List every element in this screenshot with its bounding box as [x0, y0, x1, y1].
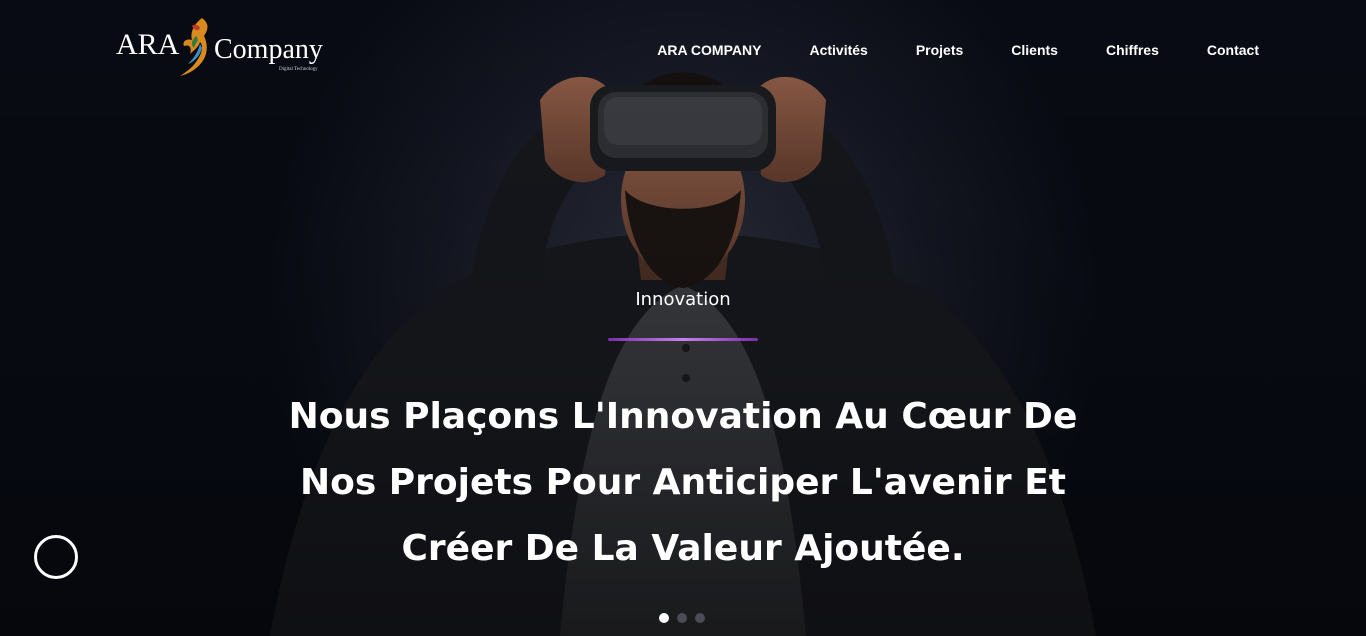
nav-item-clients[interactable]: Clients: [1011, 42, 1058, 58]
slider-dot[interactable]: [695, 613, 705, 623]
slider-dot[interactable]: [677, 613, 687, 623]
hero-headline-line-2: Nos Projets Pour Anticiper L'avenir Et: [299, 462, 1067, 503]
hero-headline: Nous Plaçons L'Innovation Au Cœur De Nos…: [233, 384, 1133, 582]
nav-item-contact[interactable]: Contact: [1207, 42, 1259, 58]
hero-headline-line-3: Créer De La Valeur Ajoutée.: [401, 528, 965, 569]
hero-headline-line-1: Nous Plaçons L'Innovation Au Cœur De: [288, 396, 1078, 437]
hero-divider: [608, 338, 758, 341]
slider-dot[interactable]: [659, 613, 669, 623]
logo-tagline: Digital Technology: [279, 67, 318, 72]
main-navigation: ARA COMPANY Activités Projets Clients Ch…: [609, 42, 1259, 58]
nav-item-ara-company[interactable]: ARA COMPANY: [657, 42, 761, 58]
phoenix-bird-icon: [180, 18, 208, 76]
slider-pagination: [659, 613, 705, 623]
logo-company-text: Company: [214, 34, 323, 65]
logo-ara-text: ARA: [116, 28, 180, 61]
nav-item-activites[interactable]: Activités: [809, 42, 867, 58]
company-logo[interactable]: ARA Company Digital Technology: [116, 14, 326, 78]
hero-section: ARA Company Digital Technology ARA COMPA…: [0, 0, 1366, 636]
circle-icon[interactable]: [34, 535, 78, 579]
hero-eyebrow: Innovation: [635, 289, 731, 310]
nav-item-projets[interactable]: Projets: [916, 42, 963, 58]
nav-item-chiffres[interactable]: Chiffres: [1106, 42, 1159, 58]
